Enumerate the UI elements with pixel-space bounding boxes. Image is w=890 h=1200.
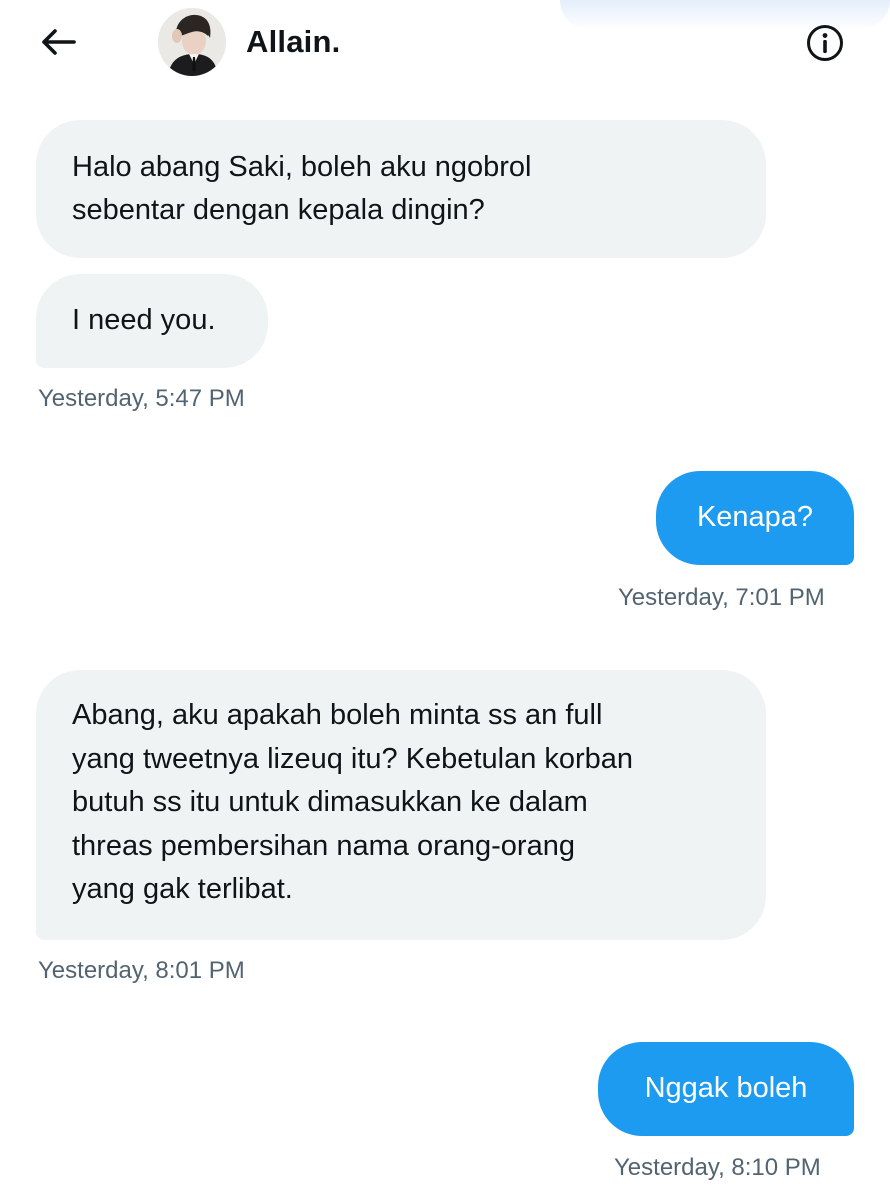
message-text-line: Halo abang Saki, boleh aku ngobrol — [72, 151, 532, 183]
message-bubble-incoming[interactable]: Abang, aku apakah boleh minta ss an full… — [36, 670, 766, 940]
message-text-line: I need you. — [72, 304, 216, 336]
avatar[interactable] — [158, 8, 226, 76]
message-text-line: Nggak boleh — [644, 1072, 808, 1104]
message-text-line: butuh ss itu untuk dimasukkan ke dalam — [72, 786, 588, 818]
contact-name[interactable]: Allain. — [246, 22, 340, 62]
message-text-line: yang tweetnya lizeuq itu? Kebetulan korb… — [72, 742, 634, 775]
message-text-line: sebentar dengan kepala dingin? — [72, 194, 485, 226]
message-text-line: Kenapa? — [696, 501, 814, 533]
message-bubble-outgoing[interactable]: Nggak boleh — [598, 1042, 854, 1136]
message-timestamp: Yesterday, 5:47 PM — [38, 385, 245, 412]
message-text-line: threas pembersihan nama orang-orang — [72, 829, 575, 862]
message-text-line: Abang, aku apakah boleh minta ss an full — [72, 699, 603, 731]
info-circle-icon — [807, 25, 843, 61]
back-button[interactable] — [30, 20, 86, 64]
message-timestamp: Yesterday, 8:01 PM — [38, 957, 245, 984]
message-bubble-incoming[interactable]: I need you. — [36, 274, 268, 368]
message-timestamp: Yesterday, 8:10 PM — [614, 1154, 821, 1181]
message-bubble-incoming[interactable]: Halo abang Saki, boleh aku ngobrol seben… — [36, 120, 766, 258]
conversation-header: Allain. — [0, 0, 890, 90]
message-timestamp: Yesterday, 7:01 PM — [618, 584, 825, 611]
arrow-left-icon — [42, 29, 76, 55]
avatar-image — [158, 8, 226, 76]
message-bubble-outgoing[interactable]: Kenapa? — [656, 471, 854, 565]
message-text-line: yang gak terlibat. — [72, 873, 293, 905]
info-button[interactable] — [802, 20, 848, 66]
